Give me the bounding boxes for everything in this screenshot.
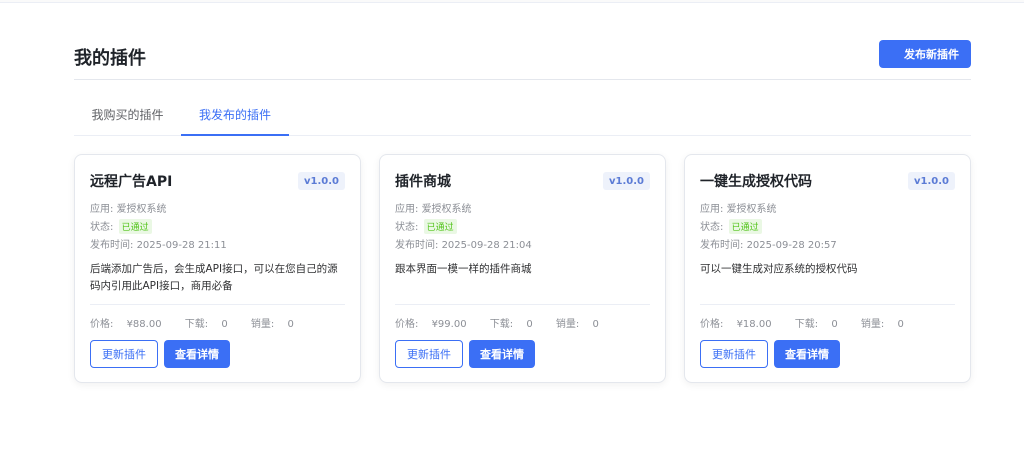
price-stat: 价格: ¥88.00	[90, 319, 172, 330]
downloads-stat: 下载: 0	[490, 319, 543, 330]
app-value: 爱授权系统	[421, 204, 472, 215]
view-details-button[interactable]: 查看详情	[469, 340, 535, 368]
view-details-button[interactable]: 查看详情	[774, 340, 840, 368]
plugin-description: 后端添加广告后，会生成API接口，可以在您自己的源码内引用此API接口，商用必备	[90, 263, 338, 292]
version-badge: v1.0.0	[603, 172, 650, 190]
tab-purchased-plugins[interactable]: 我购买的插件	[74, 106, 181, 136]
divider	[700, 304, 955, 305]
app-label: 应用:	[395, 204, 422, 215]
app-label: 应用:	[90, 204, 117, 215]
sales-stat: 销量: 0	[556, 319, 609, 330]
sales-label: 销量:	[250, 319, 278, 330]
plugin-status: 状态: 已通过	[90, 218, 152, 234]
plugin-name: 一键生成授权代码	[700, 174, 812, 190]
plugin-status: 状态: 已通过	[700, 218, 762, 234]
update-plugin-button[interactable]: 更新插件	[395, 340, 463, 368]
price-label: 价格:	[700, 319, 727, 330]
app-label: 应用:	[700, 204, 727, 215]
price-label: 价格:	[395, 319, 422, 330]
time-label: 发布时间:	[395, 240, 442, 251]
time-value: 2025-09-28 21:11	[136, 240, 227, 251]
plugin-card: 一键生成授权代码 v1.0.0 应用: 爱授权系统 状态: 已通过 发布时间: …	[684, 154, 971, 383]
price-value: ¥18.00	[736, 319, 772, 330]
price-stat: 价格: ¥18.00	[700, 319, 782, 330]
plugin-stats: 价格: ¥18.00 下载: 0 销量: 0	[700, 315, 924, 330]
sales-label: 销量:	[555, 319, 583, 330]
version-badge: v1.0.0	[908, 172, 955, 190]
top-border	[0, 0, 1024, 3]
page-header: 我的插件 发布新插件	[74, 40, 971, 80]
sales-value: 0	[897, 319, 904, 330]
plugin-app: 应用: 爱授权系统	[90, 200, 167, 215]
plugin-card: 远程广告API v1.0.0 应用: 爱授权系统 状态: 已通过 发布时间: 2…	[74, 154, 361, 383]
main-container: 我的插件 发布新插件 我购买的插件 我发布的插件 远程广告API v1.0.0 …	[74, 40, 971, 383]
app-value: 爱授权系统	[726, 204, 777, 215]
divider	[90, 304, 345, 305]
plugin-time: 发布时间: 2025-09-28 20:57	[700, 236, 837, 251]
status-badge: 已通过	[728, 219, 762, 234]
plugin-name: 远程广告API	[90, 174, 173, 190]
downloads-stat: 下载: 0	[795, 319, 848, 330]
plugin-description: 可以一键生成对应系统的授权代码	[700, 263, 858, 275]
downloads-label: 下载:	[184, 319, 212, 330]
downloads-value: 0	[526, 319, 533, 330]
plugin-card-list: 远程广告API v1.0.0 应用: 爱授权系统 状态: 已通过 发布时间: 2…	[74, 154, 971, 383]
plugin-status: 状态: 已通过	[395, 218, 457, 234]
plugin-card: 插件商城 v1.0.0 应用: 爱授权系统 状态: 已通过 发布时间: 2025…	[379, 154, 666, 383]
view-details-button[interactable]: 查看详情	[164, 340, 230, 368]
sales-value: 0	[287, 319, 294, 330]
sales-stat: 销量: 0	[251, 319, 304, 330]
update-plugin-button[interactable]: 更新插件	[90, 340, 158, 368]
tab-bar: 我购买的插件 我发布的插件	[74, 80, 971, 136]
page-title: 我的插件	[74, 48, 146, 69]
downloads-label: 下载:	[794, 319, 822, 330]
price-label: 价格:	[90, 319, 117, 330]
plugin-stats: 价格: ¥88.00 下载: 0 销量: 0	[90, 315, 314, 330]
time-value: 2025-09-28 20:57	[746, 240, 837, 251]
tab-published-plugins[interactable]: 我发布的插件	[181, 106, 289, 136]
time-label: 发布时间:	[700, 240, 747, 251]
update-plugin-button[interactable]: 更新插件	[700, 340, 768, 368]
plugin-app: 应用: 爱授权系统	[395, 200, 472, 215]
version-badge: v1.0.0	[298, 172, 345, 190]
downloads-value: 0	[831, 319, 838, 330]
price-value: ¥99.00	[431, 319, 467, 330]
downloads-stat: 下载: 0	[185, 319, 238, 330]
plugin-time: 发布时间: 2025-09-28 21:11	[90, 236, 227, 251]
status-badge: 已通过	[423, 219, 457, 234]
sales-stat: 销量: 0	[861, 319, 914, 330]
time-value: 2025-09-28 21:04	[441, 240, 532, 251]
downloads-value: 0	[221, 319, 228, 330]
plugin-description: 跟本界面一模一样的插件商城	[395, 263, 532, 275]
status-label: 状态:	[395, 222, 422, 233]
divider	[395, 304, 650, 305]
downloads-label: 下载:	[489, 319, 517, 330]
status-label: 状态:	[90, 222, 117, 233]
publish-plugin-button[interactable]: 发布新插件	[879, 40, 971, 68]
plugin-time: 发布时间: 2025-09-28 21:04	[395, 236, 532, 251]
status-label: 状态:	[700, 222, 727, 233]
plugin-stats: 价格: ¥99.00 下载: 0 销量: 0	[395, 315, 619, 330]
plugin-name: 插件商城	[395, 174, 451, 190]
plugin-app: 应用: 爱授权系统	[700, 200, 777, 215]
sales-value: 0	[592, 319, 599, 330]
sales-label: 销量:	[860, 319, 888, 330]
app-value: 爱授权系统	[116, 204, 167, 215]
time-label: 发布时间:	[90, 240, 137, 251]
price-stat: 价格: ¥99.00	[395, 319, 477, 330]
price-value: ¥88.00	[126, 319, 162, 330]
status-badge: 已通过	[118, 219, 152, 234]
